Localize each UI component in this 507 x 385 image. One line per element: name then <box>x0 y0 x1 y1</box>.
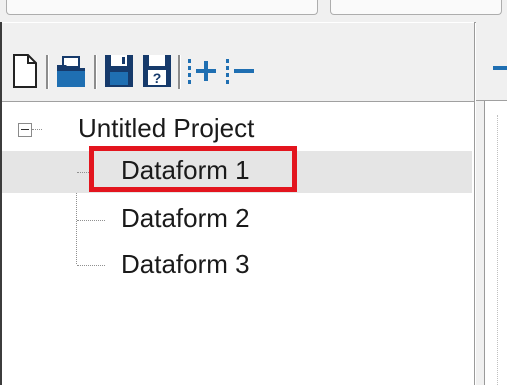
toolbar-icon-partial[interactable] <box>493 66 507 70</box>
highlight-annotation <box>89 146 297 192</box>
top-strip <box>0 0 507 23</box>
new-file-icon[interactable] <box>8 51 42 91</box>
design-panel <box>476 22 507 385</box>
tree-connector <box>77 220 105 221</box>
top-tab[interactable] <box>6 0 318 15</box>
tree-label-root: Untitled Project <box>78 113 255 143</box>
tree-node-root[interactable]: Untitled Project <box>2 109 472 151</box>
toolbar-separator <box>178 55 181 89</box>
tree-node-dataform-3[interactable]: Dataform 3 <box>2 245 472 287</box>
tree-connector <box>77 265 105 266</box>
tree-connector <box>32 129 42 130</box>
tree-label-dataform-3: Dataform 3 <box>121 249 250 279</box>
collapse-icon[interactable] <box>18 123 32 137</box>
project-toolbar: ? <box>2 22 474 102</box>
add-icon[interactable] <box>186 51 220 91</box>
save-icon[interactable] <box>102 51 136 91</box>
project-panel: ? Untitled Project Dataform 1 Dataform 2… <box>2 22 475 385</box>
save-as-icon[interactable]: ? <box>140 51 174 91</box>
design-canvas[interactable] <box>484 101 507 385</box>
top-tab-secondary[interactable] <box>330 0 502 15</box>
tree-label-dataform-2: Dataform 2 <box>121 203 250 233</box>
canvas-grid-line <box>497 115 498 385</box>
toolbar-separator <box>46 55 49 89</box>
open-folder-icon[interactable] <box>54 51 88 91</box>
application-window: ? Untitled Project Dataform 1 Dataform 2… <box>0 0 507 385</box>
project-tree: Untitled Project Dataform 1 Dataform 2 D… <box>2 101 474 385</box>
svg-text:?: ? <box>153 70 162 86</box>
remove-icon[interactable] <box>224 51 258 91</box>
toolbar-separator <box>94 55 97 89</box>
design-toolbar <box>476 22 507 101</box>
tree-node-dataform-2[interactable]: Dataform 2 <box>2 199 472 241</box>
